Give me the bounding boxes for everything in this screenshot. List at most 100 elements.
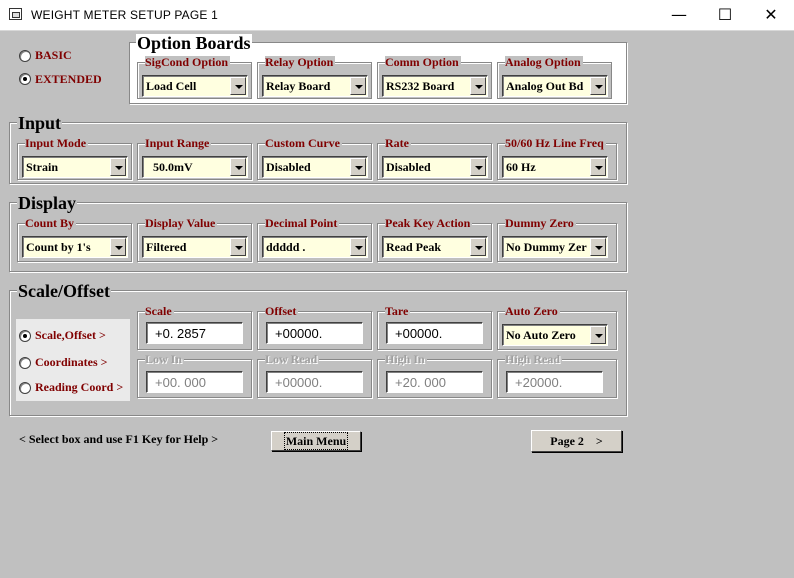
page-2-label: Page 2 > xyxy=(550,434,603,448)
display-value-dropdown[interactable]: Filtered xyxy=(142,236,248,258)
tare-label: Tare xyxy=(385,305,411,318)
sigcond-option-label: SigCond Option xyxy=(145,56,231,69)
chevron-down-icon[interactable] xyxy=(230,77,246,95)
reading-coord-radio[interactable] xyxy=(19,382,31,394)
line-freq-value: 60 Hz xyxy=(506,160,536,174)
chevron-down-icon[interactable] xyxy=(350,238,366,256)
high-in-label: High In xyxy=(385,353,427,366)
chevron-down-icon[interactable] xyxy=(110,238,126,256)
offset-input[interactable]: +00000. xyxy=(266,322,363,344)
relay-option-dropdown[interactable]: Relay Board xyxy=(262,75,368,97)
display-value-label: Display Value xyxy=(145,217,218,230)
decimal-point-label: Decimal Point xyxy=(265,217,340,230)
chevron-down-icon[interactable] xyxy=(470,238,486,256)
low-read-value: +00000. xyxy=(275,375,323,390)
sigcond-option-value: Load Cell xyxy=(146,79,197,93)
auto-zero-value: No Auto Zero xyxy=(506,328,576,342)
dummy-zero-label: Dummy Zero xyxy=(505,217,576,230)
display-value-value: Filtered xyxy=(146,240,187,254)
high-read-input[interactable]: +20000. xyxy=(506,371,603,393)
chevron-down-icon[interactable] xyxy=(230,158,246,176)
chevron-down-icon[interactable] xyxy=(470,158,486,176)
analog-option-dropdown[interactable]: Analog Out Bd xyxy=(502,75,608,97)
decimal-point-value: ddddd . xyxy=(266,240,306,254)
high-in-input[interactable]: +20. 000 xyxy=(386,371,483,393)
low-in-label: Low In xyxy=(145,353,185,366)
high-read-value: +20000. xyxy=(515,375,563,390)
scale-value: +0. 2857 xyxy=(155,326,206,341)
extended-label[interactable]: EXTENDED xyxy=(35,72,102,87)
basic-label[interactable]: BASIC xyxy=(35,48,72,63)
extended-radio[interactable] xyxy=(19,73,31,85)
title-bar: WEIGHT METER SETUP PAGE 1 — ☐ ✕ xyxy=(0,0,794,31)
coordinates-radio[interactable] xyxy=(19,357,31,369)
peak-key-action-dropdown[interactable]: Read Peak xyxy=(382,236,488,258)
custom-curve-label: Custom Curve xyxy=(265,137,342,150)
tare-input[interactable]: +00000. xyxy=(386,322,483,344)
low-read-input[interactable]: +00000. xyxy=(266,371,363,393)
comm-option-dropdown[interactable]: RS232 Board xyxy=(382,75,488,97)
option-boards-title: Option Boards xyxy=(136,33,252,53)
peak-key-action-value: Read Peak xyxy=(386,240,441,254)
count-by-value: Count by 1's xyxy=(26,240,91,254)
low-read-label: Low Read xyxy=(265,353,320,366)
input-mode-label: Input Mode xyxy=(25,137,89,150)
relay-option-value: Relay Board xyxy=(266,79,331,93)
chevron-down-icon[interactable] xyxy=(590,326,606,344)
chevron-down-icon[interactable] xyxy=(350,77,366,95)
rate-dropdown[interactable]: Disabled xyxy=(382,156,488,178)
dummy-zero-value: No Dummy Zer xyxy=(506,240,587,254)
chevron-down-icon[interactable] xyxy=(110,158,126,176)
offset-value: +00000. xyxy=(275,326,323,341)
chevron-down-icon[interactable] xyxy=(590,158,606,176)
low-in-input[interactable]: +00. 000 xyxy=(146,371,243,393)
input-mode-dropdown[interactable]: Strain xyxy=(22,156,128,178)
help-hint: < Select box and use F1 Key for Help > xyxy=(19,432,219,446)
input-range-label: Input Range xyxy=(145,137,212,150)
page-2-button[interactable]: Page 2 > xyxy=(531,430,622,452)
comm-option-label: Comm Option xyxy=(385,56,461,69)
main-menu-button[interactable]: Main Menu xyxy=(271,431,361,451)
offset-label: Offset xyxy=(265,305,299,318)
scale-offset-title: Scale/Offset xyxy=(17,281,111,301)
close-button[interactable]: ✕ xyxy=(748,0,794,30)
reading-coord-radio-label[interactable]: Reading Coord > xyxy=(35,380,123,395)
chevron-down-icon[interactable] xyxy=(350,158,366,176)
sigcond-option-dropdown[interactable]: Load Cell xyxy=(142,75,248,97)
app-icon[interactable] xyxy=(9,8,22,20)
peak-key-action-label: Peak Key Action xyxy=(385,217,473,230)
decimal-point-dropdown[interactable]: ddddd . xyxy=(262,236,368,258)
line-freq-label: 50/60 Hz Line Freq xyxy=(505,137,606,150)
high-read-label: High Read xyxy=(505,353,563,366)
chevron-down-icon[interactable] xyxy=(230,238,246,256)
auto-zero-dropdown[interactable]: No Auto Zero xyxy=(502,324,608,346)
analog-option-label: Analog Option xyxy=(505,56,583,69)
window-title: WEIGHT METER SETUP PAGE 1 xyxy=(31,8,219,22)
main-menu-label: Main Menu xyxy=(283,432,349,450)
scale-input[interactable]: +0. 2857 xyxy=(146,322,243,344)
rate-label: Rate xyxy=(385,137,411,150)
coordinates-radio-label[interactable]: Coordinates > xyxy=(35,355,108,370)
count-by-dropdown[interactable]: Count by 1's xyxy=(22,236,128,258)
analog-option-value: Analog Out Bd xyxy=(506,79,584,93)
input-range-dropdown[interactable]: 50.0mV xyxy=(142,156,248,178)
input-title: Input xyxy=(17,113,63,133)
maximize-button[interactable]: ☐ xyxy=(702,0,748,30)
chevron-down-icon[interactable] xyxy=(590,77,606,95)
low-in-value: +00. 000 xyxy=(155,375,206,390)
scale-label: Scale xyxy=(145,305,174,318)
basic-radio[interactable] xyxy=(19,50,31,62)
line-freq-dropdown[interactable]: 60 Hz xyxy=(502,156,608,178)
chevron-down-icon[interactable] xyxy=(470,77,486,95)
chevron-down-icon[interactable] xyxy=(590,238,606,256)
high-in-value: +20. 000 xyxy=(395,375,446,390)
scale-offset-radio-label[interactable]: Scale,Offset > xyxy=(35,328,106,343)
minimize-button[interactable]: — xyxy=(656,0,702,30)
dummy-zero-dropdown[interactable]: No Dummy Zer xyxy=(502,236,608,258)
custom-curve-value: Disabled xyxy=(266,160,311,174)
relay-option-label: Relay Option xyxy=(265,56,336,69)
scale-offset-radio[interactable] xyxy=(19,330,31,342)
custom-curve-dropdown[interactable]: Disabled xyxy=(262,156,368,178)
tare-value: +00000. xyxy=(395,326,443,341)
auto-zero-label: Auto Zero xyxy=(505,305,560,318)
